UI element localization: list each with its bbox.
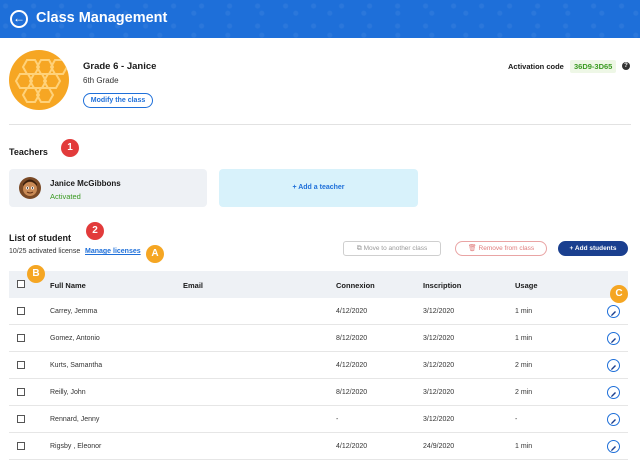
manage-licenses-link[interactable]: Manage licenses [85,248,141,255]
column-header-email[interactable]: Email [183,281,203,290]
pencil-icon [611,311,616,316]
table-row[interactable]: Reilly, John 8/12/2020 3/12/2020 2 min [9,379,628,406]
class-avatar [9,50,69,110]
teacher-name: Janice McGibbons [50,179,121,188]
activation-code-label: Activation code [508,62,564,71]
edit-student-button[interactable] [607,413,620,426]
table-row[interactable]: Carrey, Jemma 4/12/2020 3/12/2020 1 min [9,298,628,325]
annotation-marker-a: A [146,245,164,263]
row-checkbox[interactable] [17,388,25,396]
student-usage: 1 min [515,308,533,315]
divider [9,124,631,125]
column-header-usage[interactable]: Usage [515,281,538,290]
move-icon: ⧉ [356,245,362,252]
remove-button-label: Remove from class [478,245,535,252]
student-usage: 2 min [515,389,533,396]
class-name: Grade 6 - Janice [83,61,157,72]
annotation-marker-b: B [27,265,45,283]
student-connexion: 4/12/2020 [336,443,368,450]
pencil-icon [611,338,616,343]
page-title: Class Management [36,10,168,26]
student-connexion: - [336,416,339,423]
column-header-connexion[interactable]: Connexion [336,281,375,290]
student-connexion: 8/12/2020 [336,389,368,396]
student-usage: 1 min [515,443,533,450]
row-checkbox[interactable] [17,415,25,423]
edit-student-button[interactable] [607,305,620,318]
modify-class-button[interactable]: Modify the class [83,93,153,108]
student-inscription: 3/12/2020 [423,308,455,315]
edit-student-button[interactable] [607,332,620,345]
teacher-card[interactable]: Janice McGibbons Activated [9,169,207,207]
pencil-icon [611,365,616,370]
student-usage: - [515,416,518,423]
student-connexion: 8/12/2020 [336,335,368,342]
edit-student-button[interactable] [607,359,620,372]
activation-code-value: 36D9-3D65 [570,60,617,73]
student-usage: 2 min [515,362,533,369]
student-name: Kurts, Samantha [50,362,103,369]
arrow-left-icon[interactable]: ← [10,10,28,28]
student-name: Reilly, John [50,389,86,396]
table-row[interactable]: Rigsby , Eleonor 4/12/2020 24/9/2020 1 m… [9,433,628,460]
edit-student-button[interactable] [607,440,620,453]
license-count: 10/25 activated license [9,248,81,255]
row-checkbox[interactable] [17,307,25,315]
student-inscription: 3/12/2020 [423,362,455,369]
table-row[interactable]: Gomez, Antonio 8/12/2020 3/12/2020 1 min [9,325,628,352]
pencil-icon [611,419,616,424]
student-connexion: 4/12/2020 [336,362,368,369]
move-button-label: Move to another class [363,245,428,252]
student-usage: 1 min [515,335,533,342]
add-teacher-button[interactable]: + Add a teacher [219,169,418,207]
edit-student-button[interactable] [607,386,620,399]
class-grade: 6th Grade [83,76,119,85]
teacher-avatar [19,177,41,199]
row-checkbox[interactable] [17,442,25,450]
pencil-icon [611,392,616,397]
annotation-marker-1: 1 [61,139,79,157]
student-inscription: 3/12/2020 [423,335,455,342]
annotation-marker-2: 2 [86,222,104,240]
select-all-checkbox[interactable] [17,280,25,288]
student-name: Gomez, Antonio [50,335,100,342]
row-checkbox[interactable] [17,361,25,369]
column-header-full-name[interactable]: Full Name [50,281,86,290]
table-row[interactable]: Kurts, Samantha 4/12/2020 3/12/2020 2 mi… [9,352,628,379]
student-inscription: 3/12/2020 [423,416,455,423]
row-checkbox[interactable] [17,334,25,342]
student-connexion: 4/12/2020 [336,308,368,315]
add-students-button[interactable]: + Add students [558,241,628,256]
student-inscription: 3/12/2020 [423,389,455,396]
column-header-inscription[interactable]: Inscription [423,281,461,290]
move-to-class-button[interactable]: ⧉ Move to another class [343,241,441,256]
pencil-icon [611,446,616,451]
help-icon[interactable]: ? [622,62,630,70]
student-name: Rennard, Jenny [50,416,100,423]
remove-from-class-button[interactable]: 🗑 Remove from class [455,241,547,256]
teacher-status: Activated [50,192,81,201]
students-section-title: List of student [9,233,71,243]
top-bar: ← Class Management [0,0,640,38]
student-name: Carrey, Jemma [50,308,98,315]
table-row[interactable]: Rennard, Jenny - 3/12/2020 - [9,406,628,433]
student-name: Rigsby , Eleonor [50,443,102,450]
teachers-section-title: Teachers [9,147,48,157]
student-inscription: 24/9/2020 [423,443,455,450]
trash-icon: 🗑 [467,245,477,252]
